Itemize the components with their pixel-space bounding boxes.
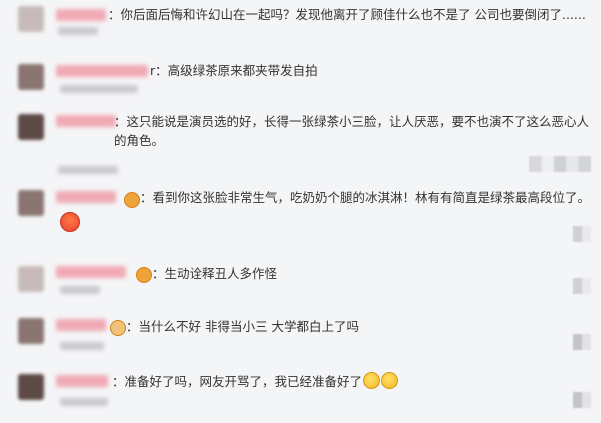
- avatar[interactable]: [18, 114, 44, 140]
- comment-text: ：你后面后悔和许幻山在一起吗？发现他离开了顾佳什么也不是了 公司也要倒闭了...…: [108, 5, 586, 24]
- comment-row: ：你后面后悔和许幻山在一起吗？发现他离开了顾佳什么也不是了 公司也要倒闭了...…: [0, 0, 601, 49]
- username[interactable]: [56, 266, 126, 278]
- comment-row: ：准备好了吗，网友开骂了，我已经准备好了: [0, 362, 601, 423]
- username[interactable]: [56, 65, 148, 77]
- timestamp: [58, 27, 98, 35]
- comment-body: 当什么不好 非得当小三 大学都白上了吗: [138, 319, 359, 334]
- comment-prefix: ：: [152, 266, 165, 281]
- username[interactable]: [56, 191, 116, 203]
- comment-body: 高级绿茶原来都夹带发自拍: [167, 63, 318, 78]
- action-links[interactable]: [573, 278, 591, 294]
- avatar[interactable]: [18, 6, 44, 32]
- comment-prefix: ：: [126, 319, 139, 334]
- laughing-face-icon: [363, 372, 381, 389]
- comment-text: ：看到你这张脸非常生气，吃奶奶个腿的冰淇淋！林有有简直是绿茶最高段位了。: [140, 188, 590, 207]
- avatar[interactable]: [18, 266, 44, 292]
- action-links[interactable]: [573, 334, 591, 350]
- comment-text: ：当什么不好 非得当小三 大学都白上了吗: [126, 317, 359, 336]
- comment-text: ：生动诠释丑人多作怪: [152, 264, 277, 283]
- comment-prefix: r：: [150, 63, 168, 78]
- comment-body: 生动诠释丑人多作怪: [164, 266, 278, 281]
- username[interactable]: [56, 9, 106, 21]
- comment-text: r：高级绿茶原来都夹带发自拍: [150, 61, 318, 80]
- comment-body: 准备好了吗，网友开骂了，我已经准备好了: [124, 374, 363, 389]
- comment-row: r：高级绿茶原来都夹带发自拍: [0, 48, 601, 101]
- avatar[interactable]: [18, 190, 44, 216]
- avatar[interactable]: [18, 64, 44, 90]
- comment-text: ：准备好了吗，网友开骂了，我已经准备好了: [112, 372, 399, 391]
- comment-body: 这只能说是演员选的好，长得一张绿茶小三脸，让人厌恶，要不也演不了这么恶心人的角色…: [114, 114, 590, 148]
- avatar[interactable]: [18, 374, 44, 400]
- timestamp: [60, 398, 108, 406]
- verified-badge-icon: [124, 192, 140, 208]
- comment-body: 你后面后悔和许幻山在一起吗？发现他离开了顾佳什么也不是了 公司也要倒闭了....…: [120, 7, 586, 22]
- timestamp: [60, 286, 100, 294]
- comment-prefix: ：: [112, 374, 125, 389]
- action-links[interactable]: [573, 226, 591, 242]
- comment-row: ：当什么不好 非得当小三 大学都白上了吗: [0, 304, 601, 363]
- comment-prefix: ：: [108, 7, 121, 22]
- comment-row: ：看到你这张脸非常生气，吃奶奶个腿的冰淇淋！林有有简直是绿茶最高段位了。: [0, 180, 601, 249]
- timestamp: [60, 85, 138, 93]
- username[interactable]: [56, 375, 108, 387]
- timestamp: [60, 342, 104, 350]
- verified-badge-icon: [110, 320, 126, 336]
- username[interactable]: [56, 319, 106, 331]
- avatar[interactable]: [18, 318, 44, 344]
- comment-row: ：这只能说是演员选的好，长得一张绿茶小三脸，让人厌恶，要不也演不了这么恶心人的角…: [0, 100, 601, 181]
- action-links[interactable]: [573, 392, 591, 408]
- timestamp: [58, 166, 118, 174]
- laughing-face-icon: [381, 372, 399, 389]
- comment-row: ：生动诠释丑人多作怪: [0, 248, 601, 305]
- action-links[interactable]: [529, 156, 591, 172]
- comment-text: ：这只能说是演员选的好，长得一张绿茶小三脸，让人厌恶，要不也演不了这么恶心人的角…: [114, 112, 594, 150]
- comment-prefix: ：: [114, 114, 127, 129]
- comment-prefix: ：: [140, 190, 153, 205]
- angry-face-icon: [60, 212, 80, 232]
- verified-badge-icon: [136, 267, 152, 283]
- username[interactable]: [56, 115, 116, 127]
- comment-body: 看到你这张脸非常生气，吃奶奶个腿的冰淇淋！林有有简直是绿茶最高段位了。: [152, 190, 591, 205]
